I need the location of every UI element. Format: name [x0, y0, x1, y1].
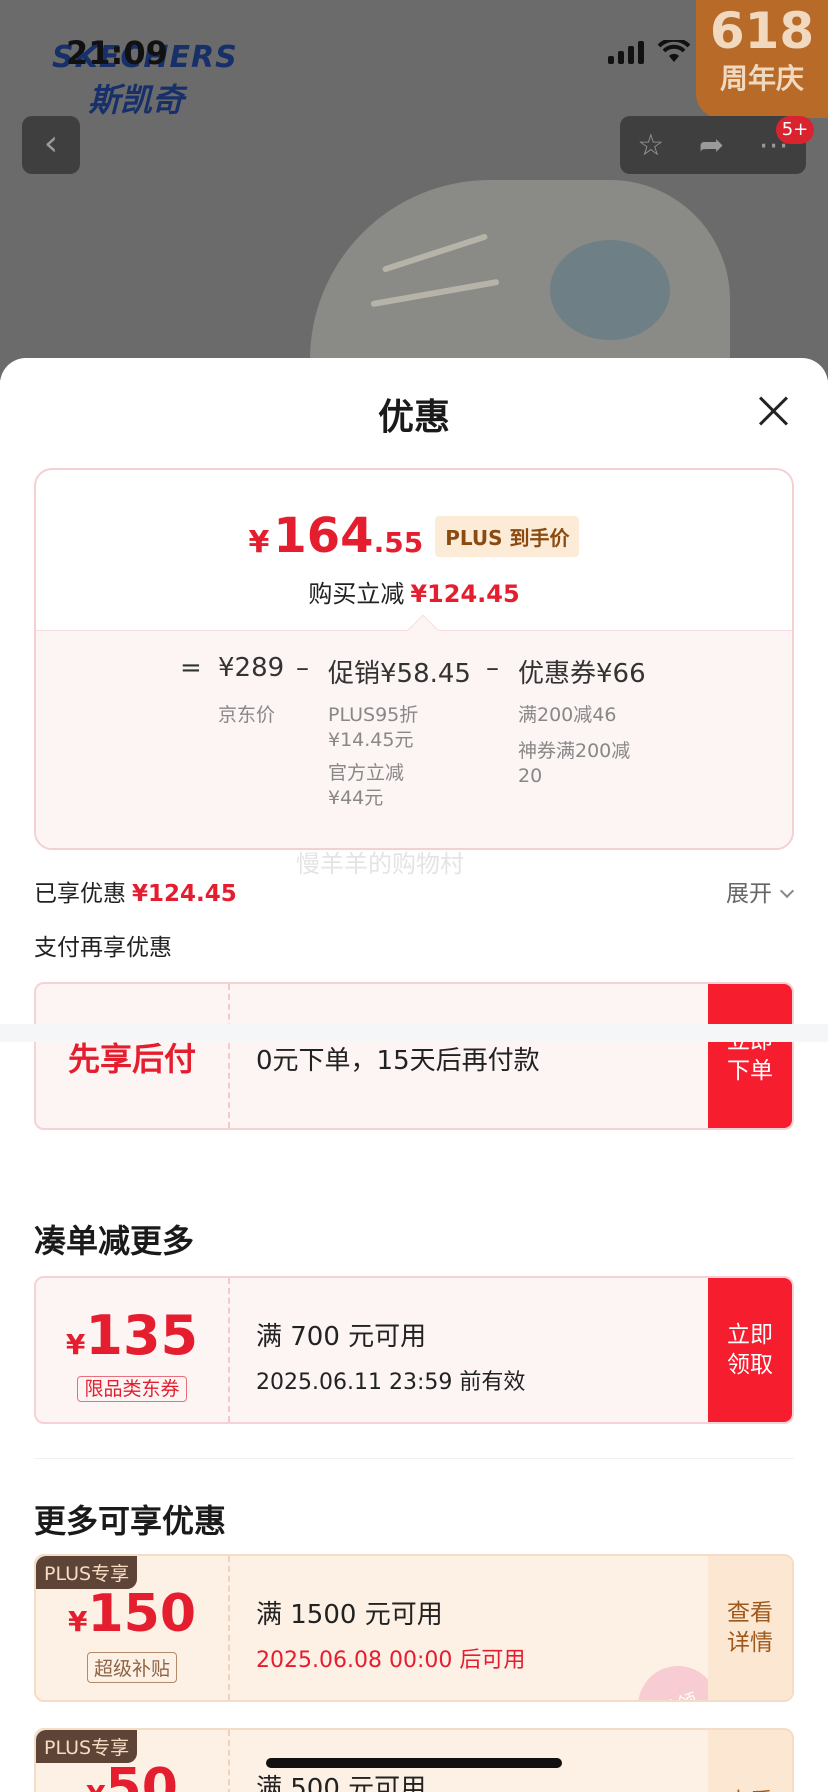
claim-now-button[interactable]: 立即 领取 [708, 1278, 792, 1422]
status-time: 21:09 [66, 34, 168, 72]
price-decimal: .55 [373, 526, 424, 559]
coupon-item: 神券满200减 [518, 740, 631, 762]
price-breakdown-card: ¥ 164 .55 PLUS 到手价 购买立减 ¥124.45 = ¥289 – … [34, 468, 794, 850]
coupon-item: 满200减46 [518, 704, 617, 726]
amount-value: 135 [85, 1304, 199, 1367]
shoe-mesh [550, 240, 670, 340]
jd-price-label: 京东价 [218, 704, 276, 726]
currency-symbol: ¥ [65, 1328, 86, 1361]
action-line: 领取 [727, 1352, 773, 1378]
coupon-condition: 满 500 元可用 [256, 1774, 427, 1792]
promo-item: ¥14.45元 [328, 729, 414, 751]
combine-coupon[interactable]: ¥135 限品类东券 满 700 元可用 2025.06.11 23:59 前有… [34, 1276, 794, 1424]
chevron-left-icon: ‹ [43, 123, 59, 164]
expand-button[interactable]: 展开 [726, 874, 795, 908]
amount-value: 50 [105, 1758, 178, 1792]
star-icon[interactable]: ☆ [637, 128, 664, 163]
coupon-tag: 限品类东券 [77, 1376, 187, 1402]
section-title-more: 更多可享优惠 [34, 1502, 227, 1540]
notification-badge: 5+ [776, 116, 814, 144]
promo-item: 官方立减 [328, 762, 405, 784]
reduction-label: 购买立减 [308, 580, 405, 608]
coupon-tag: 超级补贴 [86, 1652, 177, 1683]
action-line: 下单 [727, 1058, 773, 1084]
view-details-button[interactable]: 查看 [708, 1730, 792, 1792]
currency-symbol: ¥ [67, 1605, 88, 1638]
coupon-left: PLUS专享 ¥50 [36, 1730, 230, 1792]
action-line: 查看 [727, 1600, 773, 1626]
coupon-left: 先享后付 [36, 984, 230, 1128]
coupon-left: PLUS专享 ¥150 超级补贴 [36, 1556, 230, 1700]
enjoyed-label: 已享优惠 [34, 881, 126, 907]
pay-later-desc: 0元下单，15天后再付款 [256, 1046, 540, 1076]
pay-discount-title: 支付再享优惠 [34, 935, 172, 961]
section-gap [0, 1024, 828, 1042]
promo-item: ¥44元 [328, 787, 384, 809]
shoe-lace [381, 233, 489, 273]
equals-sign: = [180, 653, 202, 683]
sheet-title: 优惠 [377, 397, 450, 438]
coupon-value: 优惠券¥66 [518, 659, 646, 689]
coupon-item: 20 [518, 765, 543, 787]
amount-value: 150 [87, 1584, 197, 1644]
share-icon[interactable]: ➦ [699, 128, 724, 163]
minus-sign: – [486, 653, 499, 683]
order-now-button[interactable]: 立即 下单 [708, 984, 792, 1128]
plus-coupon[interactable]: PLUS专享 ¥150 超级补贴 满 1500 元可用 2025.06.08 0… [34, 1554, 794, 1702]
brand-name-cn: 斯凯奇 [88, 81, 185, 119]
jd-price-value: ¥289 [218, 653, 285, 683]
coupon-condition: 满 700 元可用 [256, 1322, 427, 1352]
plus-price-tag: PLUS 到手价 [435, 515, 580, 557]
coupon-condition: 满 1500 元可用 [256, 1600, 443, 1630]
action-line: 详情 [727, 1630, 773, 1656]
home-indicator [266, 1758, 562, 1768]
section-title-combine: 凑单减更多 [34, 1222, 195, 1260]
coupon-validity: 2025.06.08 00:00 后可用 [256, 1648, 526, 1673]
watermark: 慢羊羊的购物村 [296, 850, 464, 878]
product-image [310, 180, 730, 380]
instant-reduction: 购买立减 ¥124.45 [36, 574, 792, 609]
promo-item: PLUS95折 [328, 704, 419, 726]
divider [34, 1458, 794, 1459]
pay-later-coupon[interactable]: 先享后付 0元下单，15天后再付款 立即 下单 [34, 982, 794, 1130]
shoe-lace [370, 278, 500, 308]
wifi-icon [658, 40, 690, 62]
price-formula: = ¥289 – 促销¥58.45 – 优惠券¥66 京东价 PLUS95折 ¥… [36, 614, 792, 848]
price-summary: ¥ 164 .55 PLUS 到手价 购买立减 ¥124.45 [36, 470, 792, 630]
reduction-amount: ¥124.45 [410, 580, 520, 608]
final-price: ¥ 164 .55 PLUS 到手价 [36, 508, 792, 564]
signal-icon [608, 40, 644, 64]
product-page-background: SKECHERS 斯凯奇 21:09 618 周年庆 ‹ ☆ ➦ ⋯ 5+ [0, 0, 828, 380]
action-line: 查看 [708, 1787, 792, 1792]
close-icon[interactable] [758, 396, 788, 426]
anniversary-badge[interactable]: 618 周年庆 [696, 0, 828, 118]
enjoyed-amount: ¥124.45 [132, 881, 237, 907]
action-line: 立即 [727, 1322, 773, 1348]
promo-value: 促销¥58.45 [328, 659, 471, 689]
currency-symbol: ¥ [248, 525, 270, 560]
coupon-amount: ¥135 [36, 1304, 228, 1367]
expand-label: 展开 [726, 881, 772, 907]
chevron-down-icon [779, 883, 795, 899]
price-integer: 164 [273, 508, 374, 564]
currency-symbol: ¥ [86, 1779, 105, 1792]
badge-number: 618 [709, 2, 815, 60]
coupon-validity: 2025.06.11 23:59 前有效 [256, 1370, 526, 1395]
enjoyed-discount: 已享优惠 ¥124.45 [34, 874, 237, 908]
view-details-button[interactable]: 查看 详情 [708, 1556, 792, 1700]
coupon-tag-wrap: 限品类东券 [36, 1374, 228, 1402]
coupon-left: ¥135 限品类东券 [36, 1278, 230, 1422]
coupon-amount: ¥50 [36, 1758, 228, 1792]
back-button[interactable]: ‹ [22, 116, 80, 174]
badge-text: 周年庆 [719, 62, 804, 95]
minus-sign: – [296, 653, 309, 683]
coupon-amount: ¥150 [36, 1584, 228, 1644]
coupon-tag-wrap: 超级补贴 [36, 1652, 228, 1683]
